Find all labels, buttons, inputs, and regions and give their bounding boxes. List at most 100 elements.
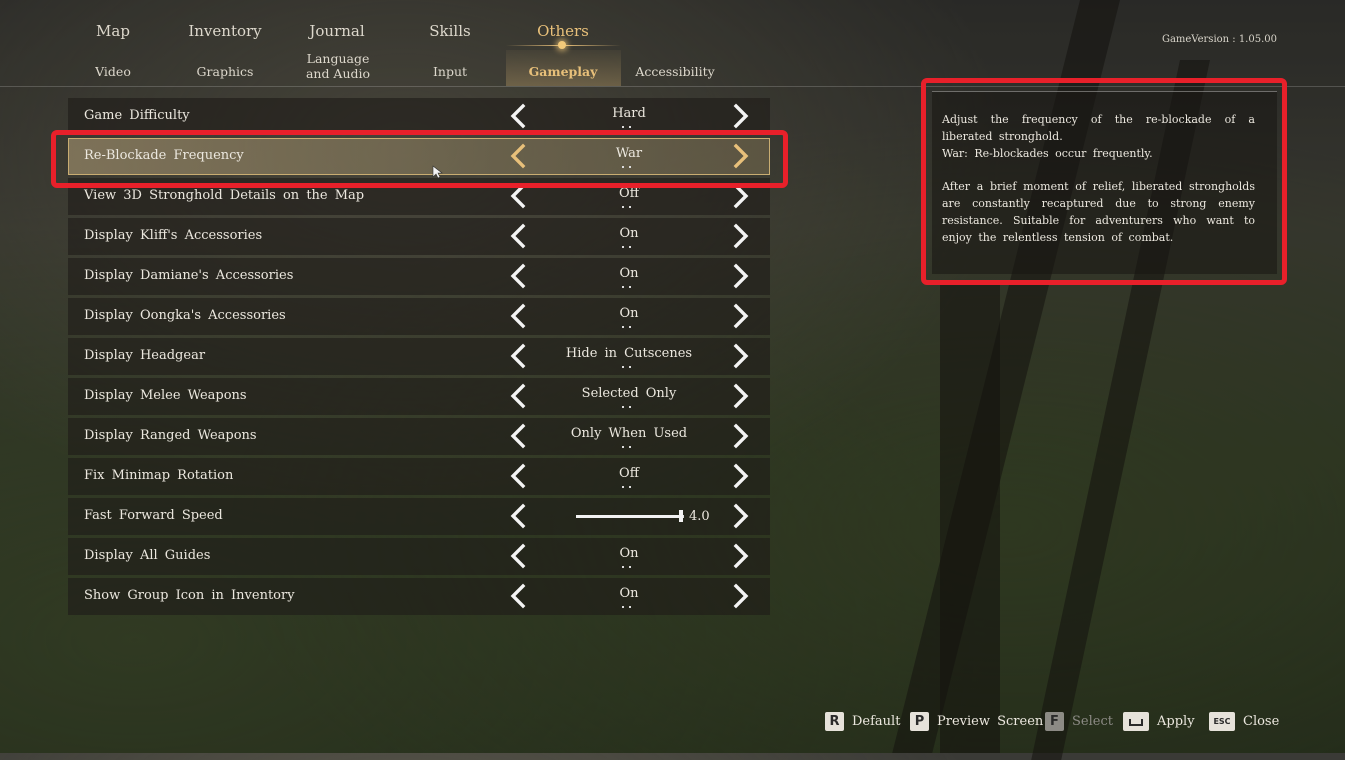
description-text: Adjust the frequency of the re-blockade … <box>942 112 1255 247</box>
r-key-icon: R <box>825 712 844 731</box>
arrow-right-icon[interactable] <box>727 103 753 129</box>
close-button[interactable]: ESC Close <box>1209 712 1279 731</box>
mouse-cursor-icon <box>432 165 443 179</box>
tab-skills[interactable]: Skills <box>394 22 506 40</box>
tab-inventory[interactable]: Inventory <box>169 22 281 40</box>
setting-label: Fix Minimap Rotation <box>84 468 234 483</box>
tab-others[interactable]: Others <box>507 22 619 40</box>
default-label: Default <box>852 714 901 729</box>
setting-value: Off <box>619 186 639 201</box>
arrow-right-icon[interactable] <box>727 183 753 209</box>
preview-screen-label: Preview Screen <box>937 714 1044 729</box>
apply-label: Apply <box>1157 714 1195 729</box>
setting-label: Display Oongka's Accessories <box>84 308 286 323</box>
setting-value: Only When Used <box>570 426 688 441</box>
arrow-left-icon[interactable] <box>506 463 532 489</box>
setting-label: Re-Blockade Frequency <box>84 148 244 163</box>
apply-button[interactable]: Apply <box>1123 712 1195 731</box>
arrow-right-icon[interactable] <box>727 343 753 369</box>
arrow-left-icon[interactable] <box>506 263 532 289</box>
tab-journal[interactable]: Journal <box>281 22 393 40</box>
arrow-left-icon[interactable] <box>506 423 532 449</box>
main-tab-bar: Map Inventory Journal Skills Others <box>0 0 680 50</box>
arrow-left-icon[interactable] <box>506 103 532 129</box>
option-dots <box>620 406 634 408</box>
subtab-graphics[interactable]: Graphics <box>169 64 281 79</box>
arrow-right-icon[interactable] <box>727 143 753 169</box>
arrow-right-icon[interactable] <box>727 463 753 489</box>
select-label: Select <box>1072 714 1113 729</box>
arrow-right-icon[interactable] <box>727 543 753 569</box>
option-dots <box>620 366 634 368</box>
arrow-left-icon[interactable] <box>506 343 532 369</box>
arrow-left-icon[interactable] <box>506 543 532 569</box>
description-line: War: Re-blockades occur frequently. <box>942 146 1153 160</box>
footer-hints: R Default P Preview Screen F Select Appl… <box>0 712 1345 734</box>
setting-row[interactable]: Fix Minimap Rotation Off <box>68 458 770 495</box>
esc-key-icon: ESC <box>1209 712 1235 731</box>
setting-row[interactable]: Display Melee Weapons Selected Only <box>68 378 770 415</box>
subtab-video[interactable]: Video <box>57 64 169 79</box>
arrow-right-icon[interactable] <box>727 303 753 329</box>
subtab-input[interactable]: Input <box>394 64 506 79</box>
setting-value: Hide in Cutscenes <box>565 346 693 361</box>
setting-label: View 3D Stronghold Details on the Map <box>84 188 365 203</box>
setting-row[interactable]: Display Ranged Weapons Only When Used <box>68 418 770 455</box>
setting-row[interactable]: Display Oongka's Accessories On <box>68 298 770 335</box>
tab-map[interactable]: Map <box>57 22 169 40</box>
setting-row[interactable]: Display All Guides On <box>68 538 770 575</box>
setting-row[interactable]: Re-Blockade Frequency War <box>68 138 770 175</box>
description-line: After a brief moment of relief, liberate… <box>942 180 1255 244</box>
option-dots <box>620 246 634 248</box>
arrow-left-icon[interactable] <box>506 223 532 249</box>
fast-forward-slider[interactable] <box>576 510 684 522</box>
setting-row[interactable]: View 3D Stronghold Details on the Map Off <box>68 178 770 215</box>
setting-value: Off <box>619 466 639 481</box>
setting-value: Selected Only <box>581 386 677 401</box>
background-plank <box>940 280 1000 753</box>
setting-value: Hard <box>612 106 646 121</box>
setting-row[interactable]: Display Kliff's Accessories On <box>68 218 770 255</box>
arrow-right-icon[interactable] <box>727 503 753 529</box>
option-dots <box>620 286 634 288</box>
description-panel: Adjust the frequency of the re-blockade … <box>932 91 1277 274</box>
arrow-right-icon[interactable] <box>727 263 753 289</box>
subtab-accessibility[interactable]: Accessibility <box>619 64 731 79</box>
arrow-left-icon[interactable] <box>506 143 532 169</box>
arrow-right-icon[interactable] <box>727 583 753 609</box>
slider-handle[interactable] <box>678 510 683 522</box>
arrow-left-icon[interactable] <box>506 583 532 609</box>
setting-label: Show Group Icon in Inventory <box>84 588 295 603</box>
option-dots <box>620 206 634 208</box>
default-button[interactable]: R Default <box>825 712 900 731</box>
setting-value: War <box>615 146 643 161</box>
subtab-gameplay[interactable]: Gameplay <box>507 64 619 79</box>
option-dots <box>620 566 634 568</box>
setting-label: Display Damiane's Accessories <box>84 268 294 283</box>
option-dots <box>620 326 634 328</box>
select-button[interactable]: F Select <box>1045 712 1113 731</box>
arrow-right-icon[interactable] <box>727 383 753 409</box>
arrow-left-icon[interactable] <box>506 303 532 329</box>
arrow-right-icon[interactable] <box>727 223 753 249</box>
setting-row[interactable]: Game Difficulty Hard <box>68 98 770 135</box>
arrow-right-icon[interactable] <box>727 423 753 449</box>
active-tab-indicator <box>558 41 566 49</box>
setting-row[interactable]: Display Headgear Hide in Cutscenes <box>68 338 770 375</box>
setting-value: 4.0 <box>689 509 710 524</box>
arrow-left-icon[interactable] <box>506 183 532 209</box>
setting-value: On <box>619 586 639 601</box>
preview-screen-button[interactable]: P Preview Screen <box>910 712 1043 731</box>
setting-row[interactable]: Display Damiane's Accessories On <box>68 258 770 295</box>
arrow-left-icon[interactable] <box>506 503 532 529</box>
game-version: GameVersion : 1.05.00 <box>1161 34 1277 45</box>
setting-row[interactable]: Show Group Icon in Inventory On <box>68 578 770 615</box>
settings-list: Game Difficulty Hard Re-Blockade Frequency… <box>68 98 770 618</box>
arrow-left-icon[interactable] <box>506 383 532 409</box>
subtab-language-and-audio[interactable]: Language and Audio <box>282 51 394 81</box>
option-dots <box>620 606 634 608</box>
option-dots <box>620 486 634 488</box>
setting-row[interactable]: Fast Forward Speed 4.0 <box>68 498 770 535</box>
description-line: Adjust the frequency of the re-blockade … <box>942 113 1255 143</box>
setting-label: Game Difficulty <box>84 108 190 123</box>
